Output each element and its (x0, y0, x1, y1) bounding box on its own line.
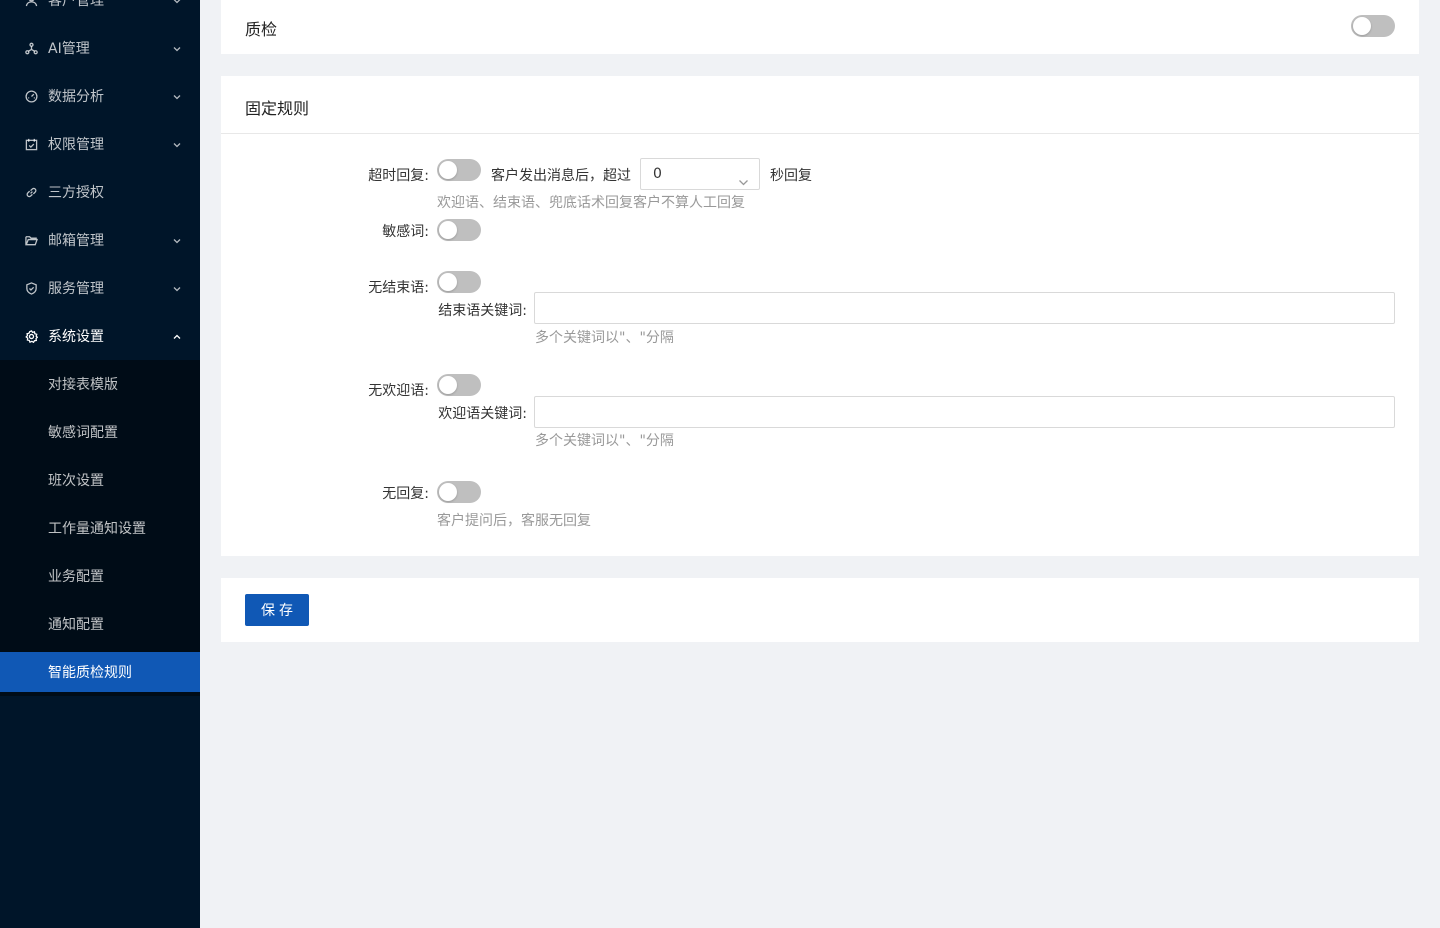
submenu-label: 工作量通知设置 (48, 521, 146, 537)
submenu-label: 业务配置 (48, 569, 104, 585)
folder-icon (24, 233, 38, 247)
sensitive-words-label: 敏感词: (382, 224, 429, 240)
dashboard-icon (24, 89, 38, 103)
no-welcome-switch[interactable] (437, 374, 481, 396)
submenu-item-business[interactable]: 业务配置 (0, 556, 200, 596)
closing-keyword-label: 结束语关键词: (438, 303, 527, 319)
menu-item-permissions[interactable]: 权限管理 (0, 124, 200, 164)
timeout-seconds-select[interactable]: 0 (640, 158, 760, 190)
timeout-suffix-text: 秒回复 (770, 168, 812, 184)
menu-item-customer[interactable]: 客户管理 (0, 0, 200, 20)
no-welcome-label: 无欢迎语: (368, 383, 429, 399)
user-icon (24, 0, 38, 7)
sensitive-words-switch[interactable] (437, 219, 481, 241)
submenu-item-sensitive-words[interactable]: 敏感词配置 (0, 412, 200, 452)
menu-label: 客户管理 (48, 0, 104, 9)
gear-icon (24, 329, 38, 343)
submenu-label: 班次设置 (48, 473, 104, 489)
chevron-down-icon (172, 90, 182, 100)
sidebar: 客户管理 AI管理 数据分析 权限管理 三方授权 邮箱管理 服务管理 系统设置 … (0, 0, 200, 928)
menu-label: 系统设置 (48, 329, 104, 345)
actions-card: 保存 (221, 578, 1419, 642)
submenu-label: 通知配置 (48, 617, 104, 633)
submenu-label: 智能质检规则 (48, 665, 132, 681)
submenu-label: 敏感词配置 (48, 425, 118, 441)
card-header: 固定规则 (221, 76, 1419, 134)
welcome-keyword-label: 欢迎语关键词: (438, 406, 527, 422)
save-button[interactable]: 保存 (245, 594, 309, 626)
timeout-hint: 欢迎语、结束语、兜底话术回复客户不算人工回复 (437, 195, 745, 211)
no-closing-label: 无结束语: (368, 280, 429, 296)
welcome-keyword-input[interactable] (534, 396, 1395, 428)
chevron-down-icon (172, 138, 182, 148)
ai-icon (24, 41, 38, 55)
chevron-down-icon (172, 42, 182, 52)
submenu-item-notify[interactable]: 通知配置 (0, 604, 200, 644)
no-closing-switch[interactable] (437, 271, 481, 293)
select-value: 0 (653, 166, 662, 182)
no-reply-switch[interactable] (437, 481, 481, 503)
submenu-item-shifts[interactable]: 班次设置 (0, 460, 200, 500)
menu-item-analytics[interactable]: 数据分析 (0, 76, 200, 116)
quality-check-card: 质检 (221, 0, 1419, 54)
chevron-down-icon (172, 282, 182, 292)
submenu-label: 对接表模版 (48, 377, 118, 393)
closing-keyword-hint: 多个关键词以"、"分隔 (535, 330, 674, 346)
menu-item-mailbox[interactable]: 邮箱管理 (0, 220, 200, 260)
quality-check-switch[interactable] (1351, 15, 1395, 37)
submenu-item-template[interactable]: 对接表模版 (0, 364, 200, 404)
submenu-item-workload-notify[interactable]: 工作量通知设置 (0, 508, 200, 548)
chevron-down-icon (172, 0, 182, 4)
chevron-down-icon (172, 234, 182, 244)
no-reply-hint: 客户提问后，客服无回复 (437, 513, 591, 529)
timeout-reply-switch[interactable] (437, 159, 481, 181)
fixed-rules-card: 固定规则 超时回复: 客户发出消息后，超过 0 秒回复 欢迎语、结束语、兜底话术… (221, 76, 1419, 556)
menu-item-ai[interactable]: AI管理 (0, 28, 200, 68)
menu-label: 服务管理 (48, 281, 104, 297)
link-icon (24, 185, 38, 199)
calendar-check-icon (24, 137, 38, 151)
closing-keyword-input[interactable] (534, 292, 1395, 324)
chevron-down-icon (738, 169, 749, 186)
menu-item-service[interactable]: 服务管理 (0, 268, 200, 308)
card-title: 固定规则 (245, 99, 310, 118)
welcome-keyword-hint: 多个关键词以"、"分隔 (535, 433, 674, 449)
menu-label: 数据分析 (48, 89, 104, 105)
shield-icon (24, 281, 38, 295)
menu-label: 三方授权 (48, 185, 104, 201)
menu-item-third-party-auth[interactable]: 三方授权 (0, 172, 200, 212)
card-title: 质检 (245, 20, 278, 39)
chevron-up-icon (172, 330, 182, 340)
menu-label: AI管理 (48, 41, 90, 57)
menu-item-system-settings[interactable]: 系统设置 (0, 316, 200, 356)
menu-label: 邮箱管理 (48, 233, 104, 249)
menu-label: 权限管理 (48, 137, 104, 153)
no-reply-label: 无回复: (382, 486, 429, 502)
timeout-reply-label: 超时回复: (368, 168, 429, 184)
timeout-prefix-text: 客户发出消息后，超过 (491, 168, 631, 184)
submenu-item-smart-qc-rules[interactable]: 智能质检规则 (0, 652, 200, 692)
